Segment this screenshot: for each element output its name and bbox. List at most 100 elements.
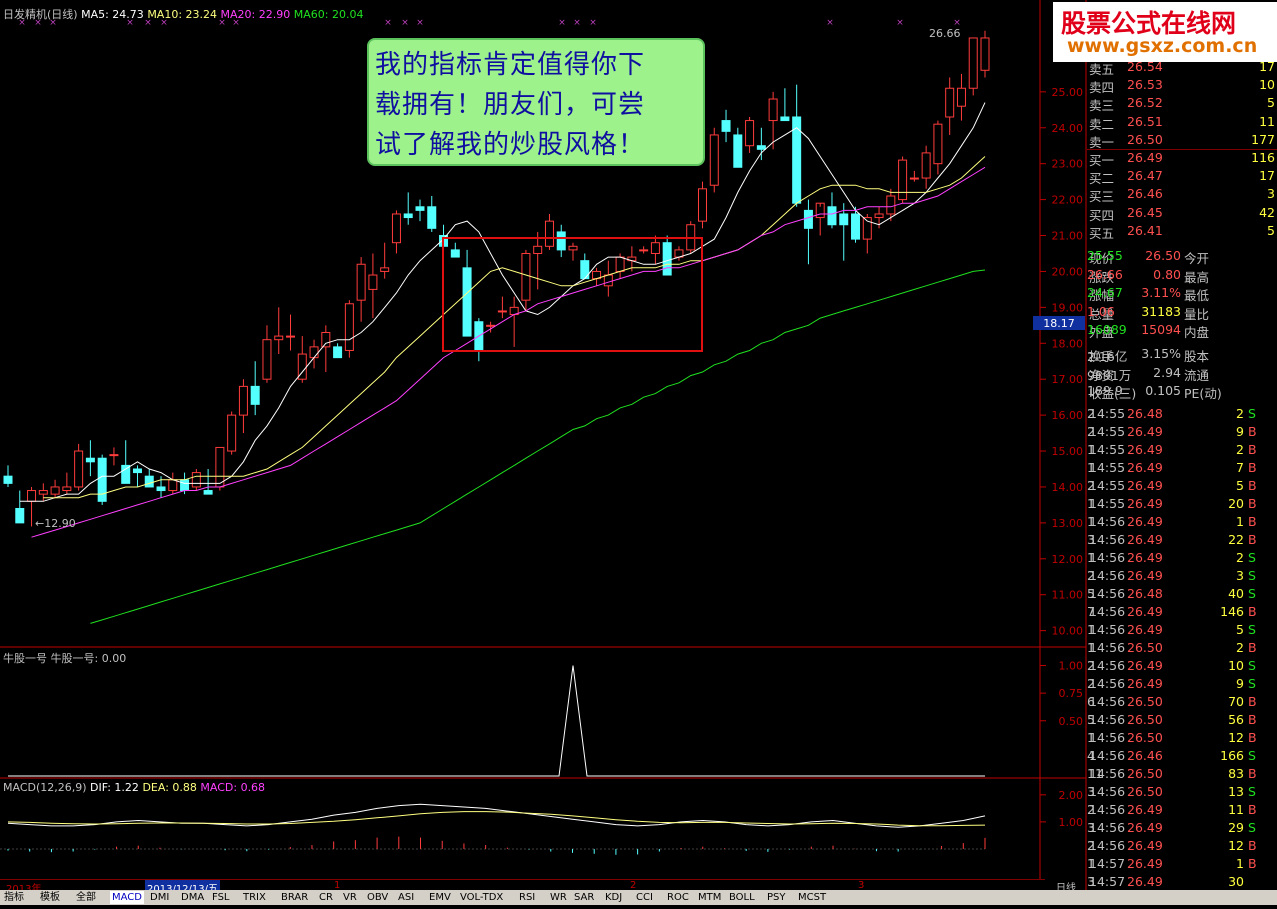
candle: [862, 213, 872, 254]
tick-row: 14:56 26.49 10 S 2: [1087, 657, 1277, 675]
candle-body: [321, 332, 331, 348]
candle: [780, 88, 790, 122]
tick-price: 26.49: [1127, 838, 1163, 853]
candle: [132, 465, 142, 487]
candle: [274, 307, 284, 355]
y-tick-label: 0.75: [1059, 687, 1084, 700]
candle-body: [745, 120, 755, 147]
quote-label: 最高: [1184, 269, 1210, 285]
tab-dmi[interactable]: DMI: [148, 891, 171, 904]
tick-volume: 12: [1228, 730, 1244, 745]
tab-kdj[interactable]: KDJ: [603, 891, 624, 904]
candle: [227, 411, 237, 455]
tab-vol-tdx[interactable]: VOL-TDX: [458, 891, 505, 904]
order-label: 买四: [1089, 207, 1115, 223]
candle: [97, 454, 107, 505]
tick-price: 26.48: [1127, 586, 1163, 601]
order-volume: 11: [1259, 113, 1275, 129]
fundamental-row: 净资 2.94 流通 9891万: [1087, 364, 1277, 383]
tab-vr[interactable]: VR: [341, 891, 359, 904]
candle-body: [898, 159, 908, 201]
tick-volume: 146: [1220, 604, 1244, 619]
tab-trix[interactable]: TRIX: [241, 891, 268, 904]
tab-sar[interactable]: SAR: [572, 891, 596, 904]
site-watermark: 股票公式在线网 www.gsxz.com.cn: [1053, 2, 1277, 62]
candle-body: [156, 486, 166, 492]
tab-boll[interactable]: BOLL: [727, 891, 757, 904]
candle: [921, 145, 931, 189]
promo-callout: 我的指标肯定值得你下 载拥有！朋友们，可尝 试了解我的炒股风格！: [367, 38, 705, 166]
tick-price: 26.50: [1127, 694, 1163, 709]
tick-side: S: [1248, 820, 1256, 835]
candle-body: [415, 206, 425, 211]
tick-count: 3: [1087, 874, 1095, 889]
ma10-value: MA10: 23.24: [147, 8, 218, 21]
tick-row: 14:56 26.48 40 S 5: [1087, 585, 1277, 603]
y-tick-label: 19.00: [1052, 301, 1084, 314]
tick-side: S: [1248, 406, 1256, 421]
candle-body: [121, 464, 131, 484]
fundamental-value: 3.15%: [1141, 346, 1181, 361]
candle-body: [968, 37, 978, 89]
candle: [709, 127, 719, 193]
tab-指标[interactable]: 指标: [2, 891, 26, 904]
tick-price: 26.49: [1127, 874, 1163, 889]
tab-fsl[interactable]: FSL: [210, 891, 232, 904]
fundamental-value: 189.9: [1087, 383, 1123, 398]
candle-body: [286, 335, 296, 338]
main-chart-title: 日发精机(日线) MA5: 24.73 MA10: 23.24 MA20: 22…: [3, 6, 363, 22]
tick-side: S: [1248, 784, 1256, 799]
tab-brar[interactable]: BRAR: [279, 891, 310, 904]
order-volume: 3: [1267, 186, 1275, 202]
tab-mcst[interactable]: MCST: [796, 891, 828, 904]
period-label[interactable]: 日线: [1046, 879, 1086, 894]
tick-count: 2: [1087, 658, 1095, 673]
candle: [721, 109, 731, 143]
tick-count: 1: [1087, 640, 1095, 655]
tab-dma[interactable]: DMA: [179, 891, 206, 904]
tick-volume: 20: [1228, 496, 1244, 511]
order-book-row: 卖一 26.50 177: [1087, 131, 1277, 150]
tab-rsi[interactable]: RSI: [517, 891, 537, 904]
y-tick-label: 23.00: [1052, 158, 1084, 171]
order-volume: 42: [1259, 204, 1275, 220]
candle-body: [132, 468, 142, 474]
candle: [168, 472, 178, 495]
tab-全部[interactable]: 全部: [74, 891, 98, 904]
candle: [3, 465, 13, 487]
y-tick-label: 14.00: [1052, 481, 1084, 494]
tab-obv[interactable]: OBV: [365, 891, 390, 904]
tab-emv[interactable]: EMV: [427, 891, 453, 904]
tab-mtm[interactable]: MTM: [696, 891, 723, 904]
candle-body: [427, 206, 437, 229]
tab-roc[interactable]: ROC: [665, 891, 691, 904]
candle-body: [462, 267, 472, 337]
y-tick-label: 18.00: [1052, 337, 1084, 350]
candle: [391, 210, 401, 254]
order-volume: 116: [1251, 150, 1275, 165]
tab-psy[interactable]: PSY: [765, 891, 788, 904]
candle: [191, 468, 201, 491]
quote-value: 15094: [1141, 322, 1181, 337]
order-label: 买三: [1089, 189, 1115, 205]
tick-row: 14:56 26.49 11 B 2: [1087, 801, 1277, 819]
tick-price: 26.49: [1127, 622, 1163, 637]
candle-body: [803, 209, 813, 229]
tick-price: 26.49: [1127, 442, 1163, 457]
tick-side: S: [1248, 658, 1256, 673]
tab-wr[interactable]: WR: [548, 891, 569, 904]
quote-value: 26.66: [1087, 266, 1123, 282]
tab-模板[interactable]: 模板: [38, 891, 62, 904]
callout-line-1: 我的指标肯定值得你下: [375, 50, 646, 80]
candle: [792, 84, 802, 207]
order-volume: 5: [1267, 222, 1275, 238]
tick-price: 26.49: [1127, 676, 1163, 691]
order-volume: 177: [1251, 131, 1275, 147]
tab-macd[interactable]: MACD: [110, 891, 144, 904]
candle: [851, 206, 861, 243]
tab-cr[interactable]: CR: [317, 891, 335, 904]
tab-asi[interactable]: ASI: [396, 891, 416, 904]
tab-cci[interactable]: CCI: [634, 891, 655, 904]
tick-row: 14:55 26.49 20 B 1: [1087, 495, 1277, 513]
candle: [403, 192, 413, 225]
